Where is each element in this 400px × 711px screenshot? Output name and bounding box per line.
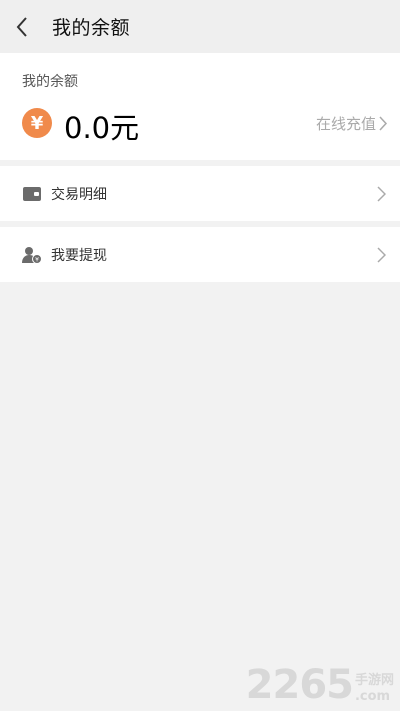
menu-item-label: 我要提现 [51, 247, 107, 264]
chevron-left-icon [16, 16, 27, 37]
watermark-text: 手游网 .com [355, 673, 394, 705]
chevron-right-icon [377, 185, 386, 202]
chevron-right-icon [377, 246, 386, 263]
watermark-domain: .com [354, 689, 391, 704]
menu-item-label: 交易明细 [51, 186, 107, 203]
menu-item-withdraw[interactable]: ¥ 我要提现 [0, 227, 400, 282]
wallet-icon [22, 184, 42, 204]
currency-symbol: ¥ [30, 112, 44, 134]
recharge-button[interactable]: 在线充值 [316, 113, 388, 134]
site-watermark: 2265 手游网 .com [246, 665, 394, 705]
back-button[interactable] [0, 0, 44, 53]
recharge-label: 在线充值 [315, 115, 376, 133]
yen-icon: ¥ [22, 108, 52, 138]
svg-text:¥: ¥ [35, 256, 39, 263]
user-withdraw-icon: ¥ [22, 245, 42, 265]
chevron-right-icon [379, 116, 388, 131]
page-title: 我的余额 [52, 17, 131, 39]
top-bar: 我的余额 [0, 0, 400, 53]
balance-card: 我的余额 ¥ 0.0元 在线充值 [0, 53, 400, 160]
menu-item-transactions[interactable]: 交易明细 [0, 166, 400, 221]
balance-label: 我的余额 [22, 74, 78, 90]
balance-amount: 0.0元 [64, 111, 140, 145]
watermark-site: 手游网 [354, 673, 394, 688]
watermark-number: 2265 [245, 662, 354, 708]
